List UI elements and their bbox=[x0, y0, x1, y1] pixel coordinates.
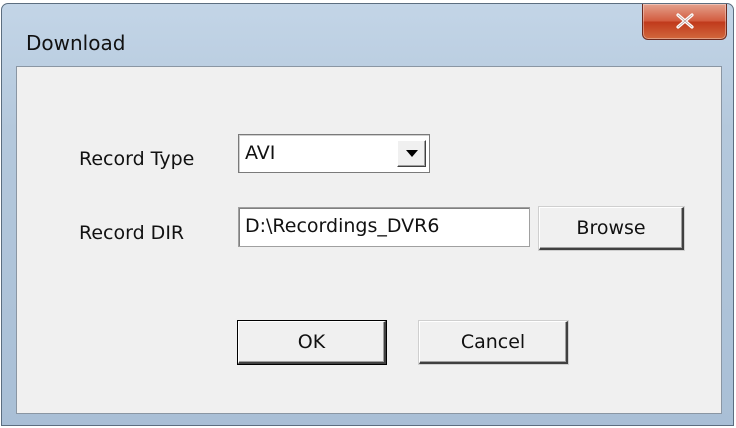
record-dir-label: Record DIR bbox=[79, 222, 185, 244]
close-button[interactable] bbox=[642, 4, 727, 40]
record-dir-input[interactable] bbox=[245, 211, 521, 241]
window-title: Download bbox=[26, 31, 126, 55]
chevron-down-icon bbox=[406, 150, 418, 157]
ok-button[interactable]: OK bbox=[237, 320, 387, 365]
download-dialog: Download Record Type AVI Record DIR Brow… bbox=[1, 3, 734, 426]
record-type-label: Record Type bbox=[79, 148, 195, 170]
record-type-dropdown-button[interactable] bbox=[397, 140, 426, 167]
browse-button[interactable]: Browse bbox=[539, 207, 684, 250]
record-dir-field[interactable] bbox=[238, 207, 530, 247]
record-type-select[interactable]: AVI bbox=[238, 134, 430, 173]
record-type-value: AVI bbox=[245, 142, 276, 164]
cancel-button[interactable]: Cancel bbox=[419, 321, 568, 364]
dialog-client-area: Record Type AVI Record DIR Browse OK Can… bbox=[16, 66, 722, 414]
close-icon bbox=[676, 13, 694, 29]
